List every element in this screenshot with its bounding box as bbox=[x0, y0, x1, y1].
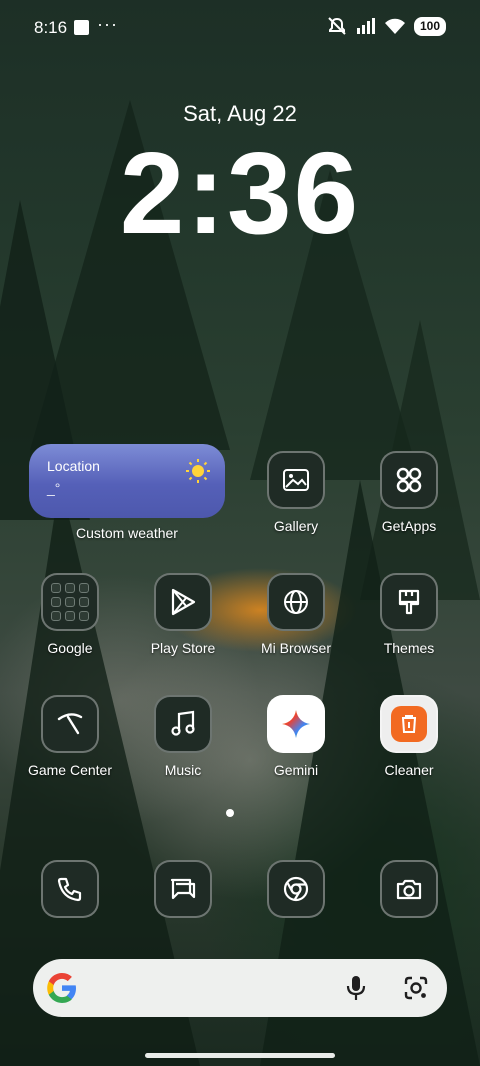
weather-widget-label: Custom weather bbox=[76, 525, 178, 541]
app-label: Mi Browser bbox=[260, 640, 331, 656]
status-bar: 8:16 ··· 100 bbox=[0, 0, 480, 56]
camera-icon bbox=[380, 860, 438, 918]
cleaner-trash-icon bbox=[380, 695, 438, 753]
sun-icon bbox=[186, 459, 210, 483]
dock-camera[interactable] bbox=[353, 860, 465, 918]
app-themes[interactable]: Themes bbox=[353, 573, 465, 656]
app-label: Play Store bbox=[150, 640, 216, 656]
game-center-icon bbox=[41, 695, 99, 753]
app-label: Music bbox=[164, 762, 202, 778]
dock-chrome[interactable] bbox=[240, 860, 352, 918]
signal-icon bbox=[356, 18, 375, 34]
page-indicator bbox=[226, 809, 234, 817]
mic-icon[interactable] bbox=[345, 975, 367, 1001]
app-mi-browser[interactable]: Mi Browser bbox=[240, 573, 352, 656]
more-notifications-icon: ··· bbox=[97, 14, 118, 34]
date-label[interactable]: Sat, Aug 22 bbox=[0, 101, 480, 127]
app-label: Themes bbox=[383, 640, 435, 656]
notification-icon bbox=[74, 20, 89, 35]
gesture-nav-handle[interactable] bbox=[145, 1053, 335, 1058]
weather-location: Location bbox=[47, 458, 100, 474]
dock-messages[interactable] bbox=[127, 860, 239, 918]
app-label: Gemini bbox=[273, 762, 319, 778]
folder-google[interactable]: Google bbox=[14, 573, 126, 656]
google-logo-icon bbox=[47, 973, 76, 1003]
battery-icon: 100 bbox=[413, 16, 446, 36]
app-game-center[interactable]: Game Center bbox=[14, 695, 126, 778]
clock-widget[interactable]: 2:36 bbox=[0, 135, 480, 251]
music-note-icon bbox=[154, 695, 212, 753]
app-label: Game Center bbox=[27, 762, 113, 778]
phone-icon bbox=[41, 860, 99, 918]
getapps-icon bbox=[380, 451, 438, 509]
app-label: GetApps bbox=[381, 518, 437, 534]
gallery-icon bbox=[267, 451, 325, 509]
google-search-bar[interactable] bbox=[33, 959, 447, 1017]
messages-icon bbox=[154, 860, 212, 918]
app-gallery[interactable]: Gallery bbox=[240, 451, 352, 534]
globe-icon bbox=[267, 573, 325, 631]
app-label: Gallery bbox=[273, 518, 319, 534]
app-cleaner[interactable]: Cleaner bbox=[353, 695, 465, 778]
wifi-icon bbox=[384, 18, 405, 34]
play-store-icon bbox=[154, 573, 212, 631]
dock-phone[interactable] bbox=[14, 860, 126, 918]
lens-icon[interactable] bbox=[403, 975, 429, 1001]
status-time: 8:16 bbox=[34, 18, 68, 37]
weather-widget[interactable]: Location _° bbox=[29, 444, 225, 518]
weather-temperature: _° bbox=[47, 480, 61, 496]
gemini-star-icon bbox=[267, 695, 325, 753]
app-music[interactable]: Music bbox=[127, 695, 239, 778]
themes-brush-icon bbox=[380, 573, 438, 631]
app-play-store[interactable]: Play Store bbox=[127, 573, 239, 656]
app-getapps[interactable]: GetApps bbox=[353, 451, 465, 534]
mute-icon bbox=[328, 17, 346, 35]
google-folder-icon bbox=[41, 573, 99, 631]
app-gemini[interactable]: Gemini bbox=[240, 695, 352, 778]
app-label: Cleaner bbox=[384, 762, 434, 778]
app-label: Google bbox=[47, 640, 93, 656]
chrome-icon bbox=[267, 860, 325, 918]
